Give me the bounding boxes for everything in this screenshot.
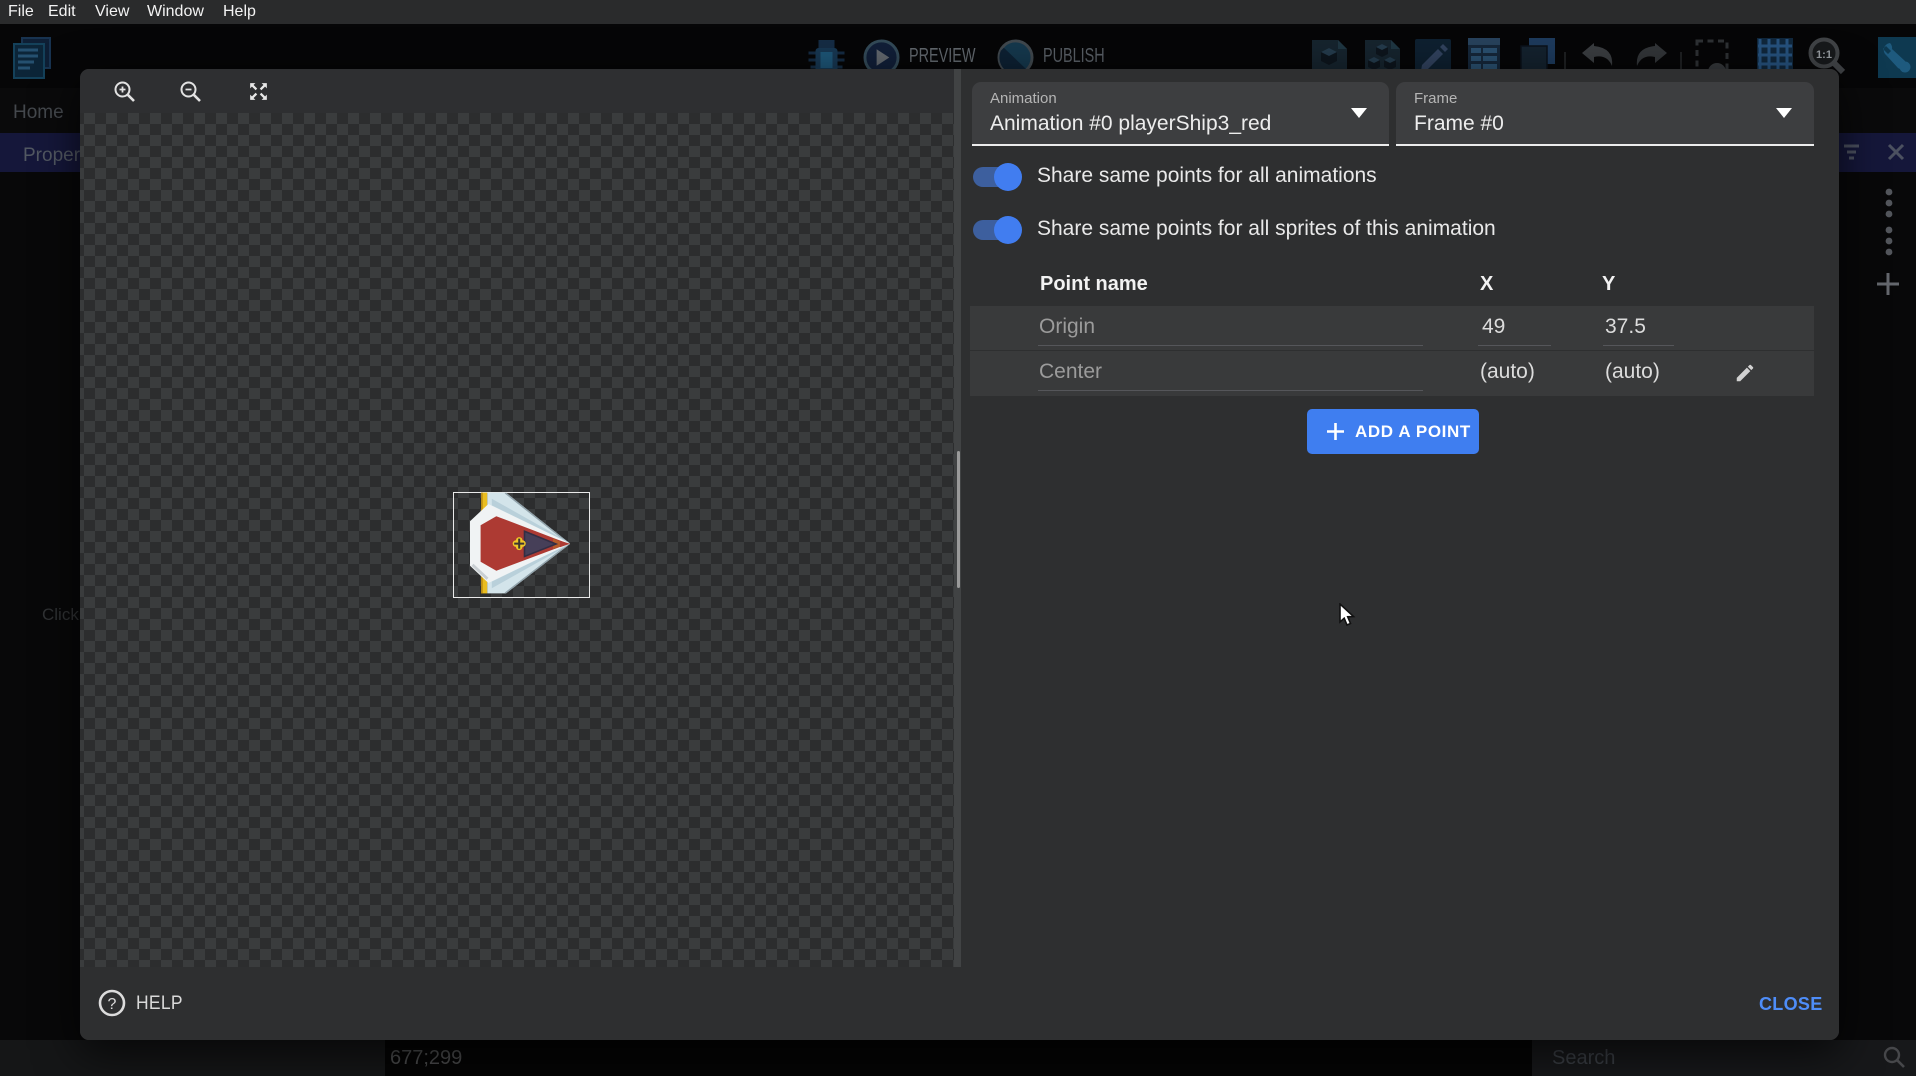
svg-text:1:1: 1:1 bbox=[1816, 49, 1832, 61]
svg-text:?: ? bbox=[108, 996, 117, 1013]
